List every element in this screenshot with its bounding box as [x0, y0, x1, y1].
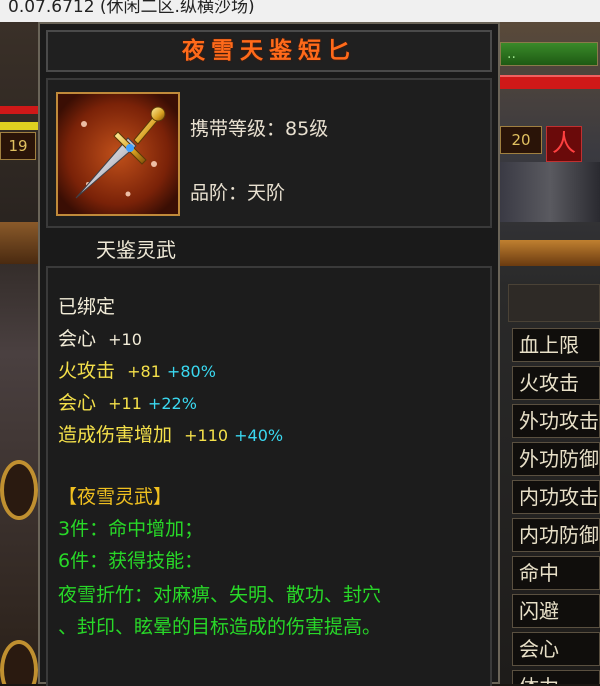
- window-title: 0.07.6712 (休闲二区.纵横沙场): [0, 0, 600, 22]
- item-attributes: 已绑定 会心 +10 火攻击 +81 +80% 会心 +11 +22% 造成伤害…: [46, 266, 492, 686]
- set-skill-desc: 、封印、眩晕的目标造成的伤害提高。: [58, 616, 382, 638]
- skill-ring-icon[interactable]: [0, 460, 38, 520]
- carry-level: 携带等级：85级: [190, 118, 329, 140]
- set-name: 【夜雪灵武】: [58, 486, 173, 508]
- right-panel-edge: [500, 240, 600, 266]
- attribute-button[interactable]: 血上限: [512, 328, 600, 362]
- stat-line: 会心 +11 +22%: [58, 392, 197, 414]
- item-grade: 品阶：天阶: [190, 182, 286, 204]
- attribute-button[interactable]: 外功防御: [512, 442, 600, 476]
- attribute-button[interactable]: 外功攻击: [512, 404, 600, 438]
- item-subtitle: 天鉴灵武: [96, 238, 176, 262]
- attribute-button[interactable]: 会心: [512, 632, 600, 666]
- stat-line: 造成伤害增加 +110 +40%: [58, 424, 284, 446]
- player-hp-bar: [0, 106, 40, 114]
- attribute-button[interactable]: 体力: [512, 670, 600, 684]
- dagger-icon: [56, 92, 180, 216]
- left-panel-edge: [0, 222, 40, 264]
- set-bonus-6: 6件：获得技能：: [58, 550, 204, 572]
- set-skill-desc: 夜雪折竹：对麻痹、失明、散功、封穴: [58, 584, 382, 606]
- item-name: 夜雪天鉴短匕: [182, 37, 356, 64]
- attribute-button[interactable]: 火攻击: [512, 366, 600, 400]
- target-hp-bar: [500, 75, 600, 89]
- stat-line: 火攻击 +81 +80%: [58, 360, 216, 382]
- attribute-header: [508, 284, 600, 322]
- scene-wall: [500, 162, 600, 222]
- bound-status: 已绑定: [58, 296, 116, 318]
- attribute-button[interactable]: 闪避: [512, 594, 600, 628]
- attribute-button[interactable]: 内功攻击: [512, 480, 600, 514]
- target-name-bar: ..: [500, 42, 598, 66]
- attribute-button[interactable]: 命中: [512, 556, 600, 590]
- attribute-list: 血上限火攻击外功攻击外功防御内功攻击内功防御命中闪避会心体力: [508, 284, 600, 684]
- target-level-badge: 20: [500, 126, 542, 154]
- item-header: 携带等级：85级 品阶：天阶: [46, 78, 492, 228]
- attribute-button[interactable]: 内功防御: [512, 518, 600, 552]
- player-mp-bar: [0, 122, 40, 130]
- target-status-icon[interactable]: 人: [546, 126, 582, 162]
- stat-line: 会心 +10: [58, 328, 142, 350]
- item-tooltip: 夜雪天鉴短匕 携带等级：85级 品阶：天阶 天鉴灵武 已绑定 会心 +10 火攻…: [38, 22, 500, 686]
- set-bonus-3: 3件：命中增加；: [58, 518, 204, 540]
- player-level-badge: 19: [0, 132, 36, 160]
- item-title-box: 夜雪天鉴短匕: [46, 30, 492, 72]
